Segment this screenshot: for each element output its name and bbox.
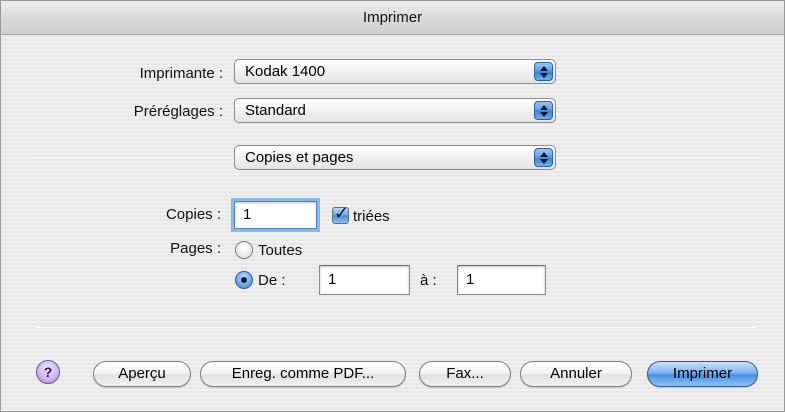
popup-arrows-icon (534, 101, 553, 120)
panel-popup[interactable]: Copies et pages (234, 145, 556, 170)
pages-from-value: 1 (328, 271, 337, 288)
popup-arrows-icon (534, 148, 553, 167)
pages-to-label: à : (420, 272, 437, 289)
collated-label: triées (353, 208, 390, 225)
printer-value: Kodak 1400 (245, 63, 326, 80)
print-button[interactable]: Imprimer (647, 361, 758, 387)
printer-popup[interactable]: Kodak 1400 (234, 59, 556, 84)
preview-button[interactable]: Aperçu (93, 361, 191, 387)
popup-arrows-icon (534, 62, 553, 81)
pages-to-value: 1 (466, 271, 475, 288)
fax-button[interactable]: Fax... (419, 361, 511, 387)
pages-all-radio[interactable] (235, 241, 253, 259)
copies-value: 1 (243, 206, 252, 223)
presets-popup[interactable]: Standard (234, 98, 556, 123)
copies-label: Copies : (165, 206, 221, 223)
pages-label: Pages : (170, 240, 221, 257)
help-button[interactable]: ? (36, 360, 60, 384)
copies-field[interactable]: 1 (234, 201, 317, 229)
cancel-button[interactable]: Annuler (520, 361, 632, 387)
separator-bottom (34, 327, 758, 328)
separator-left (34, 157, 234, 158)
checkmark-icon: ✓ (334, 203, 350, 223)
presets-value: Standard (245, 102, 306, 119)
collated-checkbox[interactable]: ✓ (332, 203, 349, 224)
print-dialog: Imprimer Imprimante : Kodak 1400 Prérégl… (0, 0, 785, 412)
radio-dot-icon (241, 277, 247, 283)
presets-label: Préréglages : (133, 103, 223, 120)
pages-to-field[interactable]: 1 (457, 265, 546, 295)
pages-from-radio[interactable] (235, 271, 253, 289)
pages-from-field[interactable]: 1 (319, 265, 410, 295)
save-pdf-button[interactable]: Enreg. comme PDF... (200, 361, 406, 387)
pages-all-label: Toutes (258, 242, 303, 259)
panel-value: Copies et pages (245, 149, 354, 166)
separator-right (556, 157, 758, 158)
pages-from-label: De : (258, 272, 286, 289)
window-title: Imprimer (1, 1, 784, 35)
printer-label: Imprimante : (139, 65, 223, 82)
